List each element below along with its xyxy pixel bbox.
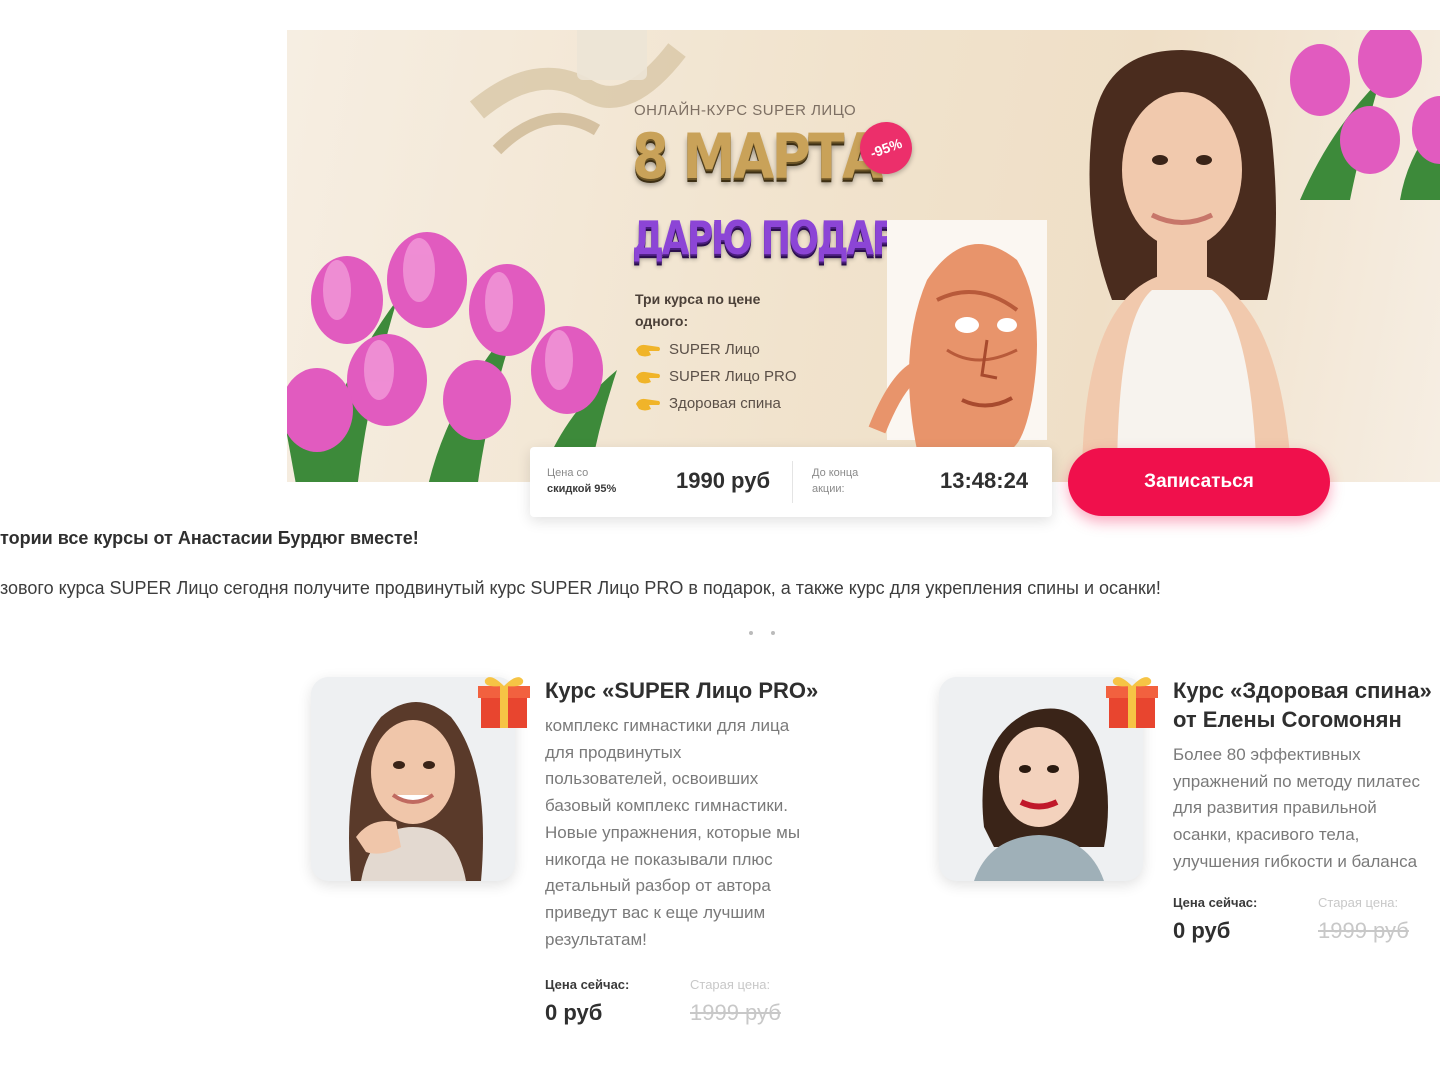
course-title-line1: Курс «Здоровая спина» — [1173, 678, 1432, 703]
course-title: Курс «SUPER Лицо PRO» — [545, 678, 819, 703]
intro-text: зового курса SUPER Лицо сегодня получите… — [0, 578, 1161, 598]
description-line: для развития правильной — [1173, 798, 1377, 818]
description-line: Новые упражнения, которые мы — [545, 822, 801, 842]
description-line: результатам! — [545, 929, 647, 949]
intro-heading: тории все курсы от Анастасии Бурдюг вмес… — [0, 528, 419, 548]
offer-list: SUPER Лицо SUPER Лицо PRO Здоровая спина — [635, 336, 797, 417]
course-description: комплекс гимнастики для лица для продвин… — [545, 713, 800, 953]
description-line: приведут вас к еще лучшим — [545, 902, 766, 922]
gift-icon — [478, 677, 530, 728]
price-bar-divider — [792, 461, 793, 503]
old-price-label: Старая цена: — [1318, 895, 1399, 910]
discount-price-label-line1: Цена со — [547, 467, 589, 479]
description-line: пользователей, освоивших — [545, 769, 759, 789]
course-title: Курс «Здоровая спина» от Елены Согомонян — [1173, 676, 1432, 734]
gift-icon — [1106, 677, 1158, 728]
slider-dot[interactable] — [749, 631, 753, 635]
pointing-hand-icon — [636, 344, 660, 356]
presenter-photo — [1082, 50, 1292, 482]
discount-price-label-line2: скидкой 95% — [547, 483, 617, 495]
offer-item: SUPER Лицо PRO — [635, 363, 797, 390]
promo-title-date: 8 МАРТА — [632, 120, 883, 193]
current-price-label: Цена сейчас: — [1173, 895, 1258, 910]
description-line: осанки, красивого тела, — [1173, 825, 1360, 845]
old-price-label: Старая цена: — [690, 977, 771, 992]
slider-dot[interactable] — [771, 631, 775, 635]
description-line: Более 80 эффективных — [1173, 745, 1361, 764]
current-price: 0 руб — [1173, 918, 1231, 943]
description-line: для продвинутых — [545, 742, 682, 762]
offer-item-label: SUPER Лицо — [669, 341, 760, 358]
discount-price-value: 1990 руб — [676, 468, 771, 493]
course-description: Более 80 эффективных упражнений по метод… — [1173, 742, 1420, 876]
slider-dots — [740, 622, 784, 640]
timer-label-line1: До конца — [812, 467, 859, 479]
timer-label-line2: акции: — [812, 483, 845, 495]
old-price: 1999 руб — [1318, 918, 1409, 943]
description-line: никогда не показывали плюс — [545, 849, 773, 869]
description-line: базовый комплекс гимнастики. — [545, 796, 789, 816]
offer-item: Здоровая спина — [635, 390, 797, 417]
tulips-left-image — [287, 232, 617, 482]
discount-price-label: Цена со скидкой 95% — [547, 465, 616, 497]
current-price-label: Цена сейчас: — [545, 977, 630, 992]
promo-banner: ОНЛАЙН-КУРС SUPER ЛИЦО 8 МАРТА ДАРЮ ПОДА… — [287, 30, 1440, 482]
countdown-timer: 13:48:24 — [940, 468, 1029, 493]
offer-item-label: SUPER Лицо PRO — [669, 368, 797, 385]
price-bar: Цена со скидкой 95% 1990 руб До конца ак… — [530, 447, 1052, 517]
enroll-button[interactable]: Записаться — [1068, 448, 1330, 516]
old-price: 1999 руб — [690, 1000, 781, 1025]
description-line: улучшения гибкости и баланса — [1173, 851, 1418, 871]
offer-heading: Три курса по цене одного: — [635, 291, 761, 329]
course-title-line2: от Елены Согомонян — [1173, 707, 1402, 732]
current-price: 0 руб — [545, 1000, 603, 1025]
description-line: упражнений по методу пилатес — [1173, 771, 1420, 791]
pointing-hand-icon — [636, 371, 660, 383]
offer-item-label: Здоровая спина — [669, 395, 781, 412]
timer-label: До конца акции: — [812, 465, 858, 497]
description-line: комплекс гимнастики для лица — [545, 716, 790, 735]
pointing-hand-icon — [636, 398, 660, 410]
course-subtitle: ОНЛАЙН-КУРС SUPER ЛИЦО — [634, 102, 857, 119]
description-line: детальный разбор от автора — [545, 876, 771, 896]
offer-item: SUPER Лицо — [635, 336, 797, 363]
